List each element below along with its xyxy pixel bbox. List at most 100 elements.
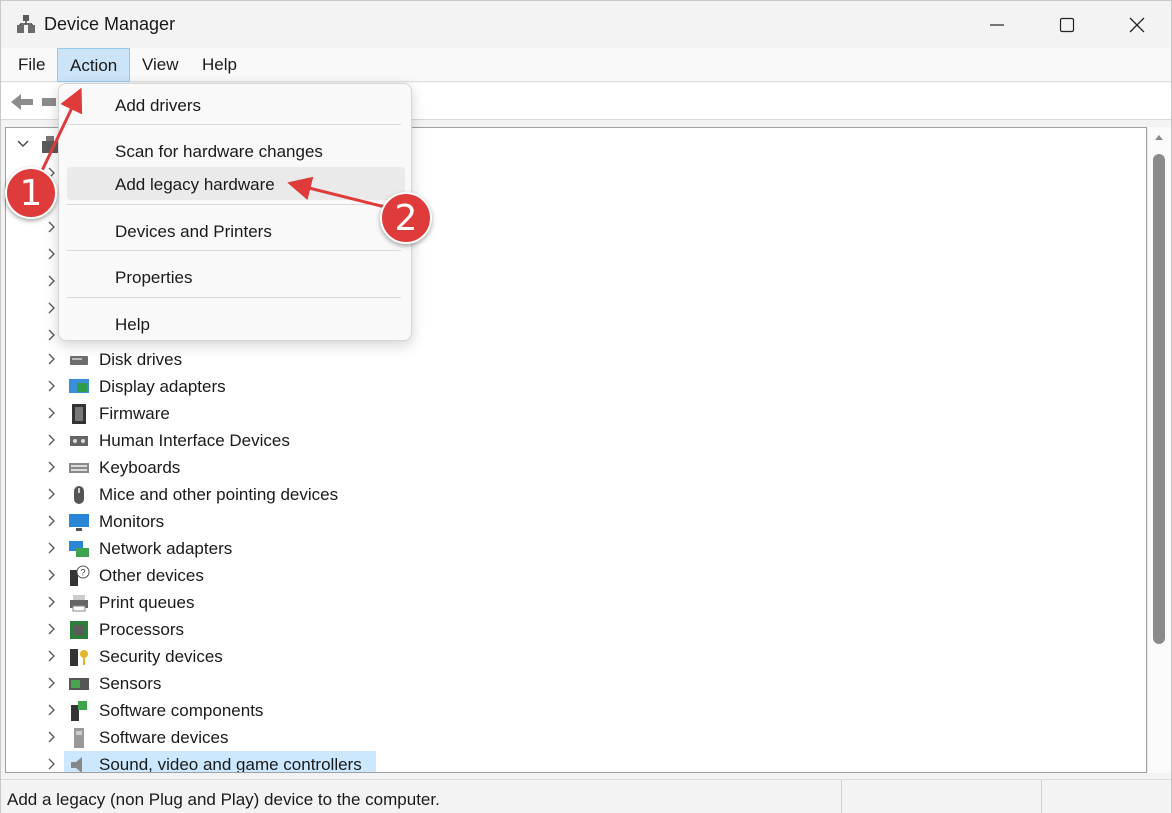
chevron-right-icon[interactable] [46,406,58,420]
tree-item-human-interface-devices[interactable]: Human Interface Devices [6,427,1146,454]
tree-item-disk-drives[interactable]: Disk drives [6,346,1146,373]
chevron-right-icon[interactable] [46,220,58,234]
chevron-right-icon[interactable] [46,730,58,744]
security-device-icon [70,649,88,666]
firmware-icon [72,404,86,424]
speaker-icon [71,757,82,772]
chevron-right-icon[interactable] [46,352,58,366]
menu-help[interactable]: Help [190,48,249,82]
status-text: Add a legacy (non Plug and Play) device … [7,790,440,809]
software-component-icon [71,701,87,721]
tree-item-mice[interactable]: Mice and other pointing devices [6,481,1146,508]
chevron-right-icon[interactable] [46,379,58,393]
tree-item-sensors[interactable]: Sensors [6,670,1146,697]
tree-item-print-queues[interactable]: Print queues [6,589,1146,616]
menu-item-label: Add legacy hardware [115,175,275,194]
maximize-button[interactable] [1032,1,1102,48]
chevron-right-icon[interactable] [46,622,58,636]
annotation-badge-2: 2 [380,192,432,244]
tree-item-software-components[interactable]: Software components [6,697,1146,724]
svg-text:?: ? [81,568,86,578]
chevron-right-icon[interactable] [46,757,58,771]
chevron-right-icon[interactable] [46,595,58,609]
chevron-right-icon[interactable] [46,301,58,315]
tree-item-software-devices[interactable]: Software devices [6,724,1146,751]
tree-item-label: Firmware [99,404,170,423]
status-divider [1041,780,1042,813]
tree-item-processors[interactable]: Processors [6,616,1146,643]
tree-item-label: Sound, video and game controllers [99,755,362,773]
chevron-right-icon[interactable] [46,487,58,501]
software-device-icon [74,728,84,748]
hid-icon [70,436,88,446]
chevron-right-icon[interactable] [46,676,58,690]
tree-item-label: Software components [99,701,264,720]
tree-item-label: Processors [99,620,185,639]
chevron-right-icon[interactable] [46,703,58,717]
menu-item-devices-printers[interactable]: Devices and Printers [67,214,405,247]
menu-view[interactable]: View [130,48,191,82]
menu-item-add-drivers[interactable]: Add drivers [67,88,405,121]
tree-item-firmware[interactable]: Firmware [6,400,1146,427]
mouse-icon [74,486,84,504]
menu-item-label: Properties [115,268,193,287]
printer-icon [70,595,88,612]
tree-item-label: Network adapters [99,539,233,558]
action-menu-dropdown: Add drivers Scan for hardware changes Ad… [58,83,412,341]
vertical-scrollbar[interactable] [1147,127,1171,773]
chevron-right-icon[interactable] [46,460,58,474]
scrollbar-thumb[interactable] [1153,154,1165,644]
annotation-badge-1: 1 [5,167,57,219]
menu-item-add-legacy-hardware[interactable]: Add legacy hardware [67,167,405,200]
chevron-right-icon[interactable] [46,541,58,555]
tree-item-label: Mice and other pointing devices [99,485,339,504]
tree-item-label: Sensors [99,674,162,693]
device-manager-app-icon [17,15,35,33]
display-adapter-icon [69,379,89,393]
chevron-right-icon[interactable] [46,274,58,288]
scroll-up-icon[interactable] [1154,133,1164,141]
status-bar: Add a legacy (non Plug and Play) device … [1,779,1171,813]
tree-item-display-adapters[interactable]: Display adapters [6,373,1146,400]
chevron-right-icon[interactable] [46,433,58,447]
chevron-right-icon[interactable] [46,247,58,261]
tree-item-network-adapters[interactable]: Network adapters [6,535,1146,562]
tree-item-label: Monitors [99,512,165,531]
other-devices-icon: ? [70,565,90,586]
tree-item-other-devices[interactable]: ? Other devices [6,562,1146,589]
menu-action[interactable]: Action [57,48,131,82]
tree-item-keyboards[interactable]: Keyboards [6,454,1146,481]
menu-item-scan-hardware[interactable]: Scan for hardware changes [67,134,405,167]
chevron-right-icon[interactable] [46,649,58,663]
tree-item-label: Disk drives [99,350,183,369]
sensor-icon [69,678,89,690]
tree-item-label: Print queues [99,593,195,612]
tree-item-security-devices[interactable]: Security devices [6,643,1146,670]
tree-item-sound-video-game-controllers[interactable]: Sound, video and game controllers [6,751,1146,773]
chevron-down-icon[interactable] [16,139,30,149]
chevron-right-icon[interactable] [46,568,58,582]
tree-item-monitors[interactable]: Monitors [6,508,1146,535]
back-arrow-icon[interactable] [9,91,35,113]
close-button[interactable] [1102,1,1172,48]
title-bar: Device Manager [1,1,1171,48]
computer-icon [42,136,58,153]
tree-item-label: Keyboards [99,458,181,477]
forward-arrow-icon[interactable] [41,95,57,109]
menu-item-properties[interactable]: Properties [67,260,405,293]
network-adapter-icon [69,541,89,557]
menu-item-label: Scan for hardware changes [115,142,323,161]
close-icon [1129,17,1145,32]
tree-item-label: Other devices [99,566,204,585]
minimize-button[interactable] [962,1,1032,48]
disk-drive-icon [70,356,88,365]
menu-item-help[interactable]: Help [67,307,405,340]
menu-item-label: Help [115,315,150,334]
chevron-right-icon[interactable] [46,328,58,342]
keyboard-icon [69,463,89,473]
menu-file[interactable]: File [6,48,57,82]
maximize-icon [1059,17,1075,32]
tree-item-label: Security devices [99,647,223,666]
chevron-right-icon[interactable] [46,514,58,528]
tree-item-label: Display adapters [99,377,226,396]
